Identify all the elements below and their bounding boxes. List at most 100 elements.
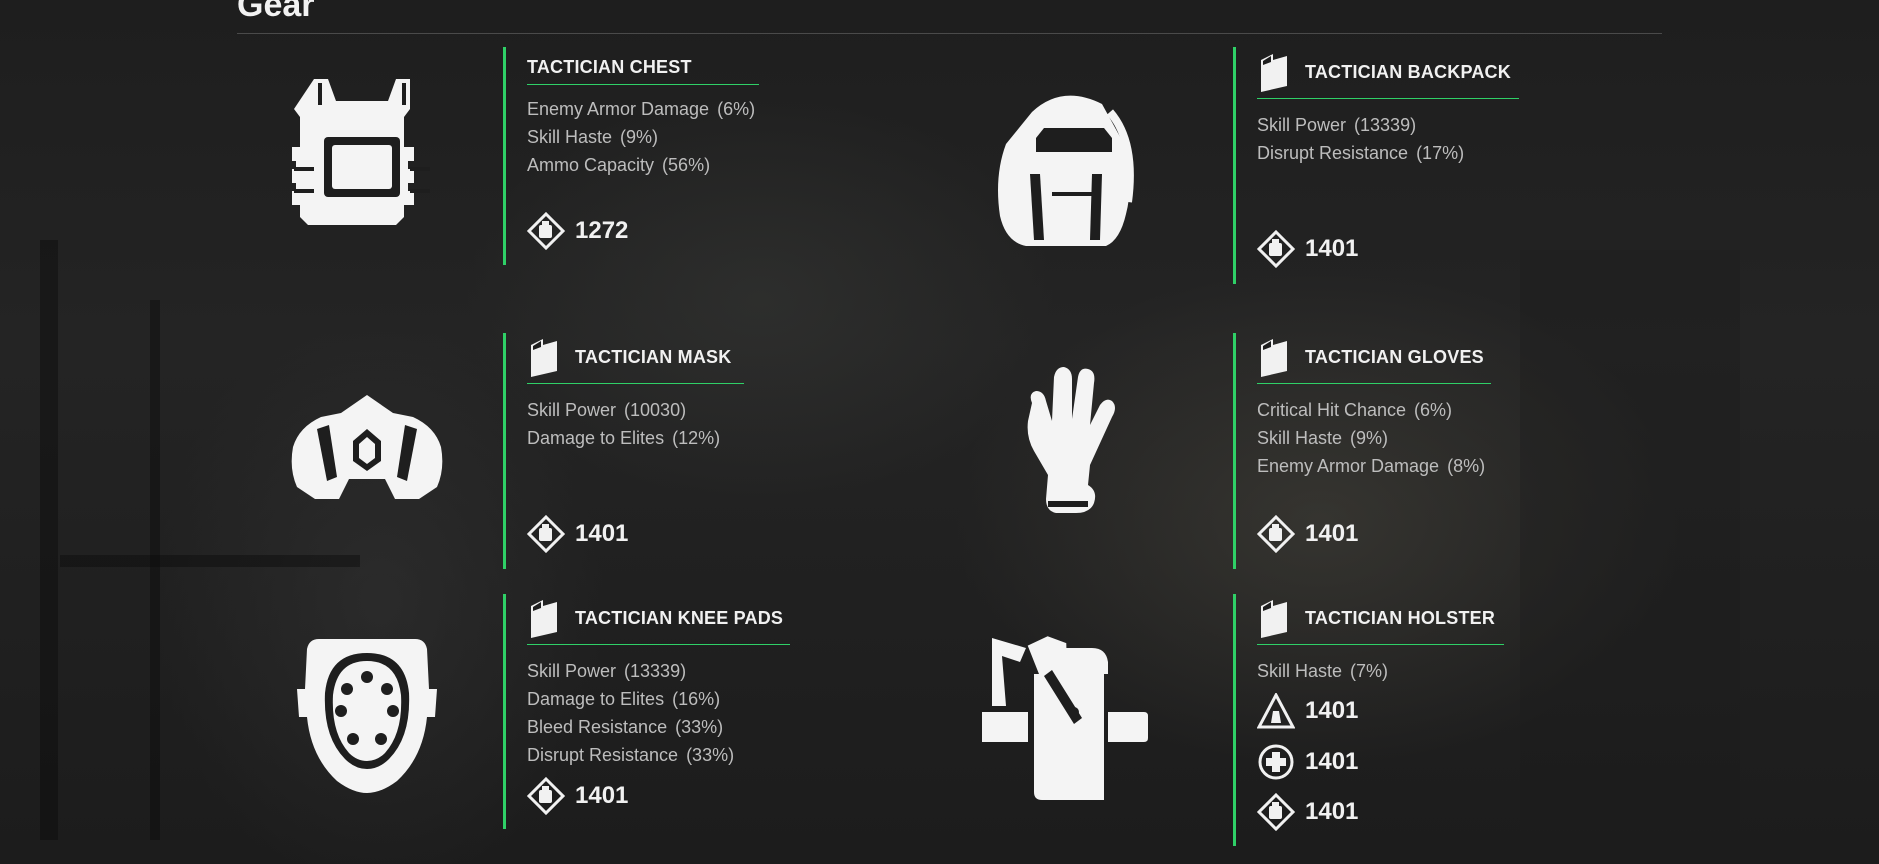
item-info: TACTICIAN KNEE PADS Skill Power (13339) D… <box>527 598 927 769</box>
gear-item-backpack[interactable]: TACTICIAN BACKPACK Skill Power (13339) Di… <box>967 47 1662 284</box>
item-name: TACTICIAN BACKPACK <box>1305 61 1511 82</box>
armor-score: 1272 <box>527 212 628 250</box>
armor-score: 1401 <box>1257 793 1358 831</box>
armor-score-icon <box>1257 230 1295 268</box>
stat-label: Skill Haste <box>1257 661 1343 681</box>
item-accent-bar <box>503 333 506 569</box>
stat-value: (12%) <box>672 428 721 448</box>
stat-label: Bleed Resistance <box>527 717 668 737</box>
item-info: TACTICIAN GLOVES Critical Hit Chance (6%)… <box>1257 337 1657 480</box>
stat-label: Skill Power <box>1257 115 1347 135</box>
stat-value: (7%) <box>1350 661 1389 681</box>
tech-score: 1401 <box>1257 693 1358 729</box>
gear-item-gloves[interactable]: TACTICIAN GLOVES Critical Hit Chance (6%)… <box>967 333 1662 569</box>
score-value: 1401 <box>1305 235 1359 262</box>
health-cross-icon <box>1258 744 1294 780</box>
gloves-icon <box>997 363 1137 533</box>
health-score: 1401 <box>1257 743 1358 781</box>
item-name: TACTICIAN GLOVES <box>1305 346 1484 367</box>
score-value: 1272 <box>575 217 629 244</box>
gear-item-chest[interactable]: TACTICIAN CHEST Enemy Armor Damage (6%) S… <box>237 47 937 267</box>
score-value: 1401 <box>575 520 629 547</box>
item-info: TACTICIAN BACKPACK Skill Power (13339) Di… <box>1257 52 1657 167</box>
holster-icon <box>982 634 1152 804</box>
item-accent-bar <box>1233 47 1236 284</box>
armor-score-icon <box>527 515 565 553</box>
item-header: TACTICIAN CHEST <box>527 57 759 85</box>
item-stats: Skill Power (13339) Damage to Elites (16%)… <box>527 657 927 769</box>
stat-value: (33%) <box>675 717 724 737</box>
stat-value: (9%) <box>620 127 659 147</box>
stat-row: Enemy Armor Damage (6%) <box>527 95 927 123</box>
stat-row: Damage to Elites (12%) <box>527 424 927 452</box>
gear-set-icon <box>1261 600 1287 638</box>
item-info: TACTICIAN CHEST Enemy Armor Damage (6%) S… <box>527 57 927 179</box>
armor-score: 1401 <box>1257 230 1358 268</box>
stat-value: (13339) <box>624 661 687 681</box>
stat-label: Skill Power <box>527 661 617 681</box>
stat-value: (16%) <box>672 689 721 709</box>
stat-row: Ammo Capacity (56%) <box>527 151 927 179</box>
armor-score-icon <box>1257 793 1295 831</box>
stat-value: (10030) <box>624 400 687 420</box>
stat-label: Disrupt Resistance <box>1257 143 1409 163</box>
gear-item-knee-pads[interactable]: TACTICIAN KNEE PADS Skill Power (13339) D… <box>237 594 937 829</box>
section-divider <box>237 33 1662 34</box>
gear-set-icon <box>1261 54 1287 92</box>
item-header: TACTICIAN HOLSTER <box>1257 598 1504 645</box>
item-stats: Enemy Armor Damage (6%) Skill Haste (9%) A… <box>527 95 927 179</box>
item-header: TACTICIAN GLOVES <box>1257 337 1491 384</box>
item-name: TACTICIAN KNEE PADS <box>575 607 784 628</box>
gear-set-icon <box>531 339 557 377</box>
mask-icon <box>287 388 447 508</box>
score-value: 1401 <box>575 782 629 809</box>
stat-value: (9%) <box>1350 428 1389 448</box>
stat-label: Enemy Armor Damage <box>1257 456 1440 476</box>
item-stats: Skill Haste (7%) <box>1257 657 1657 685</box>
gear-set-icon <box>1261 339 1287 377</box>
armor-score: 1401 <box>527 515 628 553</box>
stat-row: Skill Haste (9%) <box>527 123 927 151</box>
item-stats: Skill Power (10030) Damage to Elites (12%) <box>527 396 927 452</box>
item-name: TACTICIAN HOLSTER <box>1305 607 1496 628</box>
item-accent-bar <box>503 594 506 829</box>
stat-value: (6%) <box>717 99 756 119</box>
stat-value: (56%) <box>662 155 711 175</box>
item-header: TACTICIAN KNEE PADS <box>527 598 790 645</box>
stat-row: Skill Power (10030) <box>527 396 927 424</box>
stat-value: (8%) <box>1447 456 1486 476</box>
item-name: TACTICIAN MASK <box>575 346 732 367</box>
score-value: 1401 <box>1305 798 1359 825</box>
knee-pads-icon <box>287 629 447 794</box>
score-value: 1401 <box>1305 748 1359 775</box>
armor-score: 1401 <box>527 777 628 815</box>
stat-label: Enemy Armor Damage <box>527 99 710 119</box>
stat-row: Disrupt Resistance (17%) <box>1257 139 1657 167</box>
stat-label: Critical Hit Chance <box>1257 400 1407 420</box>
stat-label: Skill Haste <box>1257 428 1343 448</box>
backpack-icon <box>967 77 1157 257</box>
item-header: TACTICIAN BACKPACK <box>1257 52 1519 99</box>
item-stats: Skill Power (13339) Disrupt Resistance (17… <box>1257 111 1657 167</box>
stat-row: Skill Haste (7%) <box>1257 657 1657 685</box>
stat-label: Damage to Elites <box>527 428 665 448</box>
stat-value: (17%) <box>1416 143 1465 163</box>
stat-row: Damage to Elites (16%) <box>527 685 927 713</box>
gear-set-icon <box>531 600 557 638</box>
stat-row: Skill Haste (9%) <box>1257 424 1657 452</box>
gear-item-holster[interactable]: TACTICIAN HOLSTER Skill Haste (7%) 1401 1… <box>967 594 1662 846</box>
item-name: TACTICIAN CHEST <box>527 57 692 77</box>
stat-row: Skill Power (13339) <box>527 657 927 685</box>
stat-label: Skill Power <box>527 400 617 420</box>
score-value: 1401 <box>1305 520 1359 547</box>
item-accent-bar <box>503 47 506 265</box>
stat-row: Enemy Armor Damage (8%) <box>1257 452 1657 480</box>
score-value: 1401 <box>1305 697 1359 724</box>
stat-value: (33%) <box>686 745 735 765</box>
item-info: TACTICIAN MASK Skill Power (10030) Damage… <box>527 337 927 452</box>
stat-label: Ammo Capacity <box>527 155 655 175</box>
stat-row: Critical Hit Chance (6%) <box>1257 396 1657 424</box>
gear-item-mask[interactable]: TACTICIAN MASK Skill Power (10030) Damage… <box>237 333 937 569</box>
armor-score-icon <box>527 212 565 250</box>
item-accent-bar <box>1233 594 1236 846</box>
